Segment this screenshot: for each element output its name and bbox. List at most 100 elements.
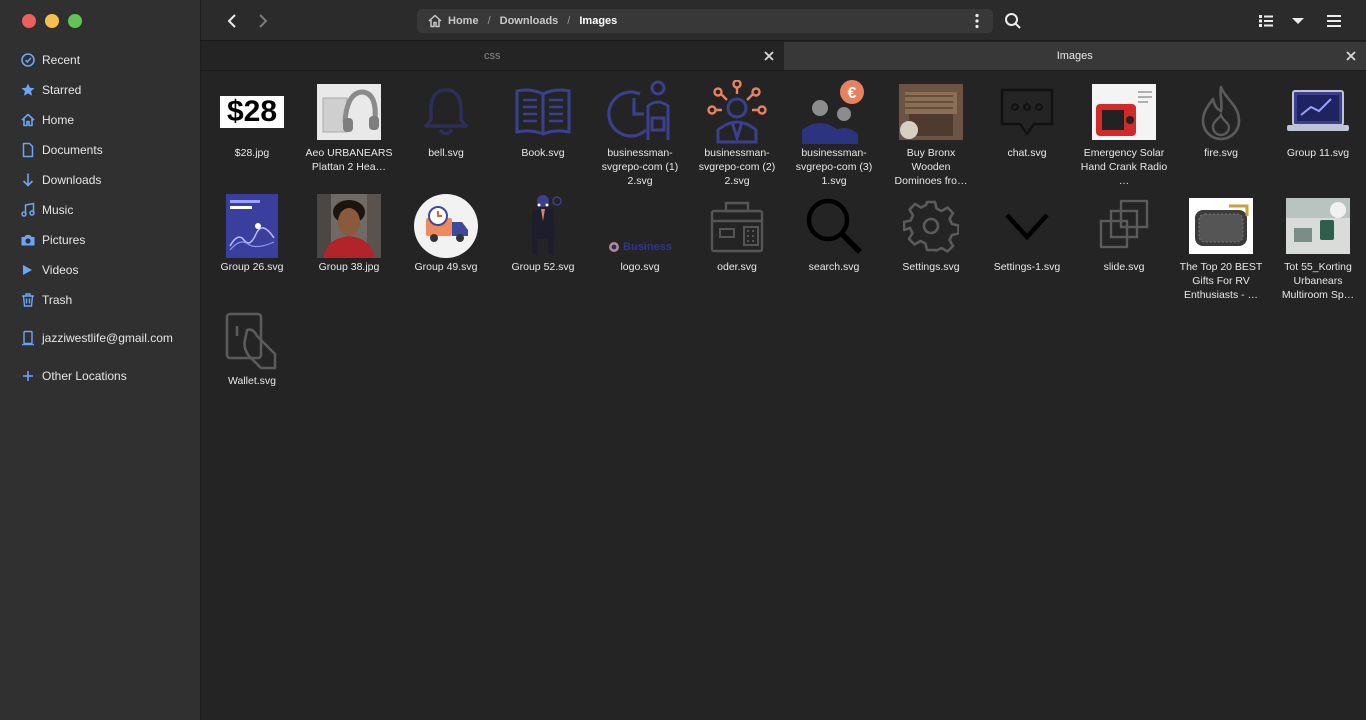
file-name: businessman-svgrepo-com (1) 2.svg	[601, 147, 679, 187]
sidebar-item-downloads[interactable]: Downloads	[0, 165, 200, 195]
file-item[interactable]: oder.svg	[691, 192, 783, 274]
sidebar-item-home[interactable]: Home	[0, 105, 200, 135]
sidebar-item-label: Pictures	[42, 233, 86, 247]
minimize-window-button[interactable]	[45, 14, 59, 28]
home-icon	[21, 113, 35, 127]
home-icon[interactable]	[427, 13, 443, 29]
file-name: $28.jpg	[234, 147, 270, 159]
breadcrumb-downloads[interactable]: Downloads	[500, 15, 559, 27]
sidebar-item-starred[interactable]: Starred	[0, 75, 200, 105]
chevron-down-icon	[981, 192, 1073, 260]
dominoes-image-thumbnail	[885, 78, 977, 146]
file-item[interactable]: Settings.svg	[885, 192, 977, 274]
breadcrumb-separator: /	[487, 15, 491, 27]
view-options-dropdown[interactable]	[1285, 8, 1311, 34]
file-item[interactable]: The Top 20 BEST Gifts For RV Enthusiasts…	[1175, 192, 1267, 302]
breadcrumb-images[interactable]: Images	[579, 15, 617, 27]
file-item[interactable]: fire.svg	[1175, 78, 1267, 160]
sidebar-item-trash[interactable]: Trash	[0, 285, 200, 315]
phone-account-icon	[22, 330, 34, 346]
chevron-down-icon	[1292, 18, 1304, 24]
file-item[interactable]: Book.svg	[497, 78, 589, 160]
wallet-hand-icon	[206, 306, 298, 374]
sidebar-item-videos[interactable]: Videos	[0, 255, 200, 285]
logo-text: Business	[623, 241, 672, 253]
more-vertical-icon[interactable]	[974, 13, 980, 29]
cash-register-icon	[691, 192, 783, 260]
close-icon[interactable]	[1344, 49, 1358, 63]
speaker-image-thumbnail	[1175, 192, 1267, 260]
file-name: businessman-svgrepo-com (3) 1.svg	[795, 147, 873, 187]
file-item[interactable]: Business logo.svg	[594, 192, 686, 274]
back-button[interactable]	[219, 8, 245, 34]
file-item[interactable]: chat.svg	[981, 78, 1073, 160]
file-item[interactable]: slide.svg	[1078, 192, 1170, 274]
file-item[interactable]: Group 49.svg	[400, 192, 492, 274]
chevron-left-icon	[227, 14, 236, 28]
logo-mark-icon	[609, 242, 620, 252]
image-thumbnail	[206, 192, 298, 260]
close-window-button[interactable]	[22, 14, 36, 28]
file-item[interactable]: Group 11.svg	[1272, 78, 1364, 160]
file-name: businessman-svgrepo-com (2) 2.svg	[698, 147, 776, 187]
list-view-icon	[1259, 15, 1273, 27]
sidebar-divider	[0, 315, 200, 323]
file-item[interactable]: bell.svg	[400, 78, 492, 160]
tab-css[interactable]: css	[201, 42, 784, 70]
sidebar-item-pictures[interactable]: Pictures	[0, 225, 200, 255]
sidebar-item-documents[interactable]: Documents	[0, 135, 200, 165]
forward-button[interactable]	[250, 8, 276, 34]
radio-image-thumbnail	[1078, 78, 1170, 146]
file-item[interactable]: Tot 55_Korting Urbanears Multiroom Sp…	[1272, 192, 1364, 302]
file-item[interactable]: € businessman-svgrepo-com (3) 1.svg	[788, 78, 880, 188]
places-list: Recent Starred Home Documents Downloads …	[0, 45, 200, 391]
sidebar-item-account[interactable]: jazziwestlife@gmail.com	[0, 323, 200, 353]
music-icon	[21, 202, 35, 217]
file-name: logo.svg	[620, 261, 660, 273]
file-item[interactable]: Wallet.svg	[206, 306, 298, 388]
tab-bar: css Images	[201, 42, 1366, 71]
headphones-image-thumbnail	[303, 78, 395, 146]
file-item[interactable]: Group 52.svg	[497, 192, 589, 274]
bell-icon	[400, 78, 492, 146]
file-item[interactable]: Group 38.jpg	[303, 192, 395, 274]
main-menu-button[interactable]	[1321, 8, 1347, 34]
view-mode-button[interactable]	[1253, 8, 1279, 34]
file-item[interactable]: Emergency Solar Hand Crank Radio …	[1078, 78, 1170, 188]
breadcrumb-separator: /	[567, 15, 571, 27]
file-name: slide.svg	[1103, 261, 1145, 273]
tab-images[interactable]: Images	[783, 42, 1366, 70]
file-name: Buy Bronx Wooden Dominoes fro…	[894, 147, 968, 187]
file-name: Settings-1.svg	[993, 261, 1061, 273]
file-item[interactable]: search.svg	[788, 192, 880, 274]
breadcrumb-home[interactable]: Home	[448, 15, 479, 27]
file-item[interactable]: $28 $28.jpg	[206, 78, 298, 160]
search-button[interactable]	[1000, 8, 1026, 34]
chevron-right-icon	[259, 14, 268, 28]
delivery-truck-icon	[400, 192, 492, 260]
file-item[interactable]: Buy Bronx Wooden Dominoes fro…	[885, 78, 977, 188]
file-item[interactable]: businessman-svgrepo-com (1) 2.svg	[594, 78, 686, 188]
sidebar-item-label: Starred	[42, 83, 82, 97]
businessman-clock-icon	[594, 78, 686, 146]
file-name: Wallet.svg	[227, 375, 277, 387]
file-name: search.svg	[808, 261, 860, 273]
trash-icon	[22, 293, 34, 307]
sidebar-item-music[interactable]: Music	[0, 195, 200, 225]
file-name: Aeo URBANEARS Plattan 2 Hea…	[305, 147, 393, 173]
sidebar-item-label: jazziwestlife@gmail.com	[42, 331, 173, 345]
book-icon	[497, 78, 589, 146]
sidebar-item-other-locations[interactable]: Other Locations	[0, 361, 200, 391]
fire-icon	[1175, 78, 1267, 146]
file-item[interactable]: Group 26.svg	[206, 192, 298, 274]
businessman-figure-icon	[497, 192, 589, 260]
close-icon[interactable]	[762, 49, 776, 63]
file-item[interactable]: Settings-1.svg	[981, 192, 1073, 274]
clock-icon	[21, 53, 35, 67]
maximize-window-button[interactable]	[68, 14, 82, 28]
sidebar-item-recent[interactable]: Recent	[0, 45, 200, 75]
business-logo: Business	[608, 241, 672, 253]
plus-icon	[23, 371, 33, 381]
file-item[interactable]: Aeo URBANEARS Plattan 2 Hea…	[303, 78, 395, 174]
file-item[interactable]: businessman-svgrepo-com (2) 2.svg	[691, 78, 783, 188]
